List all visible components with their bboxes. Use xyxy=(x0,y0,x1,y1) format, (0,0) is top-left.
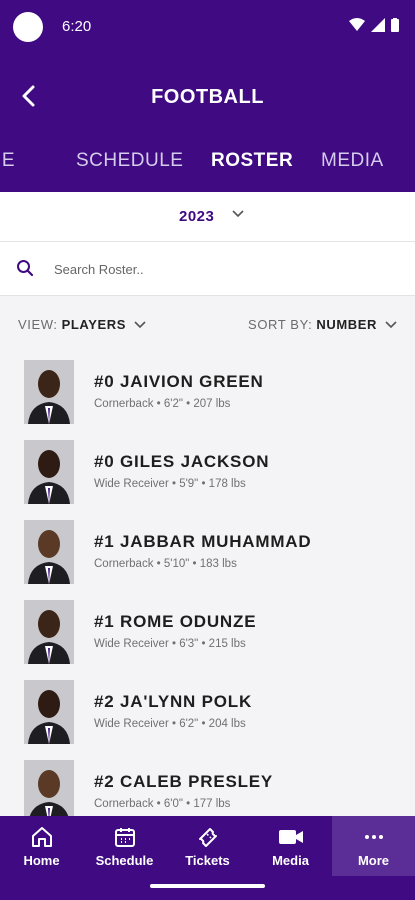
season-selector[interactable]: 2023 xyxy=(0,192,415,242)
player-name: #0 GILES JACKSON xyxy=(94,452,270,471)
chevron-down-icon xyxy=(385,320,397,328)
player-meta: Wide Receiver • 6'2" • 204 lbs xyxy=(94,718,246,730)
roster-list: #0 JAIVION GREEN Cornerback • 6'2" • 207… xyxy=(0,348,415,816)
view-value: PLAYERS xyxy=(61,317,127,332)
search-bar xyxy=(0,242,415,296)
player-name: #1 JABBAR MUHAMMAD xyxy=(94,532,312,551)
nav-media[interactable]: Media xyxy=(249,816,332,876)
player-row[interactable]: #0 JAIVION GREEN Cornerback • 6'2" • 207… xyxy=(0,348,415,428)
more-icon xyxy=(364,834,383,839)
wifi-icon xyxy=(349,18,365,31)
status-time: 6:20 xyxy=(62,18,92,35)
chevron-down-icon xyxy=(232,210,244,218)
status-icons xyxy=(349,18,399,32)
gesture-area xyxy=(0,876,415,900)
player-name: #2 CALEB PRESLEY xyxy=(94,772,274,791)
status-bar: 6:20 xyxy=(0,0,415,56)
player-photo xyxy=(24,520,74,584)
nav-schedule[interactable]: Schedule xyxy=(83,816,166,876)
page-title: FOOTBALL xyxy=(151,86,264,108)
player-photo xyxy=(24,440,74,504)
season-year: 2023 xyxy=(179,208,215,225)
player-row[interactable]: #2 CALEB PRESLEY Cornerback • 6'0" • 177… xyxy=(0,748,415,816)
tab-schedule[interactable]: SCHEDULE xyxy=(76,150,183,172)
player-photo xyxy=(24,360,74,424)
bottom-nav: Home Schedule Tickets Media More xyxy=(0,816,415,876)
battery-icon xyxy=(391,18,399,32)
nav-tickets[interactable]: Tickets xyxy=(166,816,249,876)
player-row[interactable]: #2 JA'LYNN POLK Wide Receiver • 6'2" • 2… xyxy=(0,668,415,748)
chevron-down-icon xyxy=(134,320,146,328)
player-name: #2 JA'LYNN POLK xyxy=(94,692,253,711)
nav-media-label: Media xyxy=(272,852,309,868)
signal-icon xyxy=(371,18,385,32)
tab-media[interactable]: MEDIA xyxy=(321,150,384,172)
player-meta: Wide Receiver • 6'3" • 215 lbs xyxy=(94,638,246,650)
nav-tickets-label: Tickets xyxy=(185,852,230,868)
home-icon xyxy=(31,826,52,847)
sort-value: NUMBER xyxy=(316,317,377,332)
tab-home[interactable]: HOME xyxy=(0,150,15,172)
player-name: #1 ROME ODUNZE xyxy=(94,612,257,631)
search-icon xyxy=(17,260,34,277)
view-dropdown[interactable]: VIEW: PLAYERS xyxy=(18,317,146,332)
sort-label: SORT BY: xyxy=(248,317,313,332)
camera-cutout xyxy=(13,12,43,42)
nav-more-label: More xyxy=(357,852,390,868)
nav-home[interactable]: Home xyxy=(0,816,83,876)
player-meta: Wide Receiver • 5'9" • 178 lbs xyxy=(94,478,246,490)
gesture-handle[interactable] xyxy=(150,884,265,888)
nav-schedule-label: Schedule xyxy=(95,852,154,868)
filter-row: VIEW: PLAYERS SORT BY: NUMBER xyxy=(0,296,415,348)
player-meta: Cornerback • 5'10" • 183 lbs xyxy=(94,558,237,570)
ticket-icon xyxy=(198,827,217,847)
section-tabs: HOME SCHEDULE ROSTER MEDIA xyxy=(0,138,415,192)
search-input[interactable] xyxy=(54,256,394,282)
nav-home-label: Home xyxy=(23,852,60,868)
player-row[interactable]: #1 ROME ODUNZE Wide Receiver • 6'3" • 21… xyxy=(0,588,415,668)
calendar-icon xyxy=(114,827,135,847)
sort-dropdown[interactable]: SORT BY: NUMBER xyxy=(248,317,397,332)
view-label: VIEW: xyxy=(18,317,58,332)
app-header: FOOTBALL xyxy=(0,56,415,138)
player-photo xyxy=(24,760,74,816)
player-meta: Cornerback • 6'0" • 177 lbs xyxy=(94,798,231,810)
player-row[interactable]: #1 JABBAR MUHAMMAD Cornerback • 5'10" • … xyxy=(0,508,415,588)
tab-roster[interactable]: ROSTER xyxy=(211,150,293,172)
video-icon xyxy=(278,829,303,844)
player-photo xyxy=(24,600,74,664)
player-meta: Cornerback • 6'2" • 207 lbs xyxy=(94,398,231,410)
player-name: #0 JAIVION GREEN xyxy=(94,372,264,391)
player-photo xyxy=(24,680,74,744)
nav-more[interactable]: More xyxy=(332,816,415,876)
player-row[interactable]: #0 GILES JACKSON Wide Receiver • 5'9" • … xyxy=(0,428,415,508)
